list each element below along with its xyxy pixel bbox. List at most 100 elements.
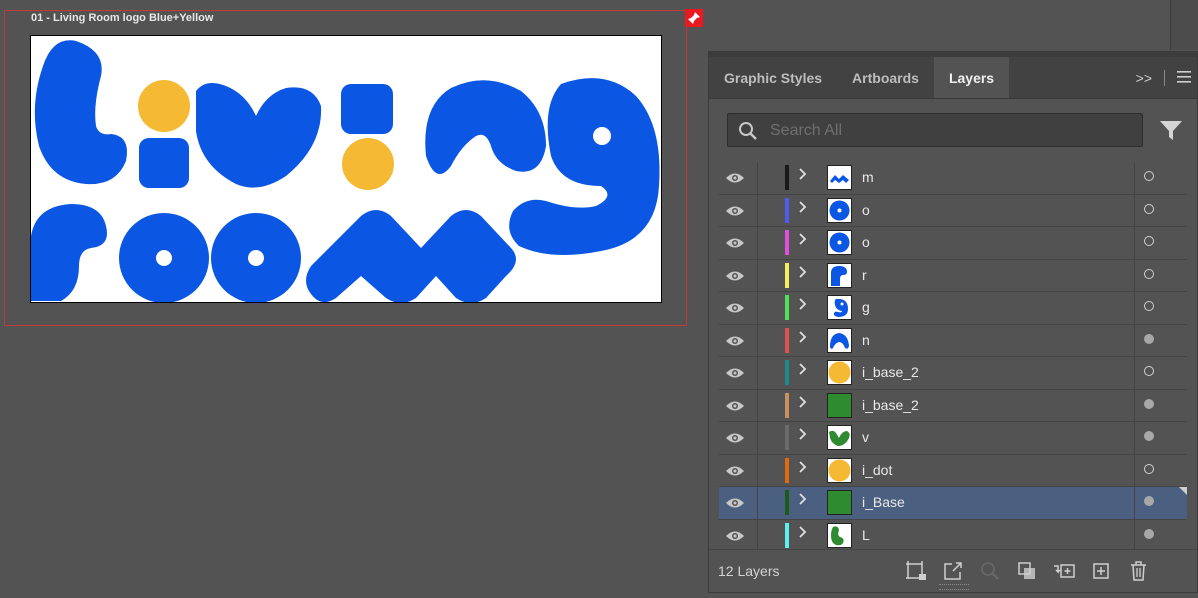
- lock-column[interactable]: [757, 324, 758, 356]
- column-divider: [1134, 194, 1135, 226]
- layer-name[interactable]: o: [862, 234, 870, 250]
- expand-chevron-icon[interactable]: [799, 298, 807, 313]
- layer-name[interactable]: n: [862, 332, 870, 348]
- column-divider: [1134, 357, 1135, 389]
- panel-resize-grip[interactable]: [939, 584, 969, 590]
- tab-artboards[interactable]: Artboards: [837, 57, 934, 98]
- layer-row[interactable]: o: [719, 194, 1187, 227]
- target-circle-icon[interactable]: [1144, 301, 1154, 311]
- lock-column[interactable]: [757, 487, 758, 519]
- expand-chevron-icon[interactable]: [799, 428, 807, 443]
- lock-column[interactable]: [757, 454, 758, 486]
- logo-letter-m: [306, 210, 516, 302]
- layer-row[interactable]: g: [719, 292, 1187, 325]
- layer-row[interactable]: i_dot: [719, 454, 1187, 487]
- lock-column[interactable]: [757, 422, 758, 454]
- lock-column[interactable]: [757, 194, 758, 226]
- layer-row[interactable]: L: [719, 519, 1187, 552]
- visibility-eye-icon[interactable]: [725, 399, 745, 417]
- column-divider: [1134, 292, 1135, 324]
- new-layer-icon[interactable]: [1090, 560, 1113, 582]
- tab-layers[interactable]: Layers: [933, 57, 1010, 98]
- visibility-eye-icon[interactable]: [725, 236, 745, 254]
- tab-graphic-styles[interactable]: Graphic Styles: [709, 57, 837, 98]
- target-circle-icon[interactable]: [1144, 268, 1154, 279]
- selection-indicator[interactable]: [1179, 487, 1187, 495]
- target-circle-icon[interactable]: [1144, 203, 1154, 214]
- expand-chevron-icon[interactable]: [799, 493, 807, 508]
- visibility-eye-icon[interactable]: [725, 464, 745, 482]
- target-circle-icon[interactable]: [1144, 398, 1154, 409]
- layer-name[interactable]: r: [862, 267, 867, 283]
- visibility-eye-icon[interactable]: [725, 171, 745, 189]
- lock-column[interactable]: [757, 357, 758, 389]
- panel-menu-icon[interactable]: [1177, 70, 1191, 86]
- target-circle-icon[interactable]: [1144, 496, 1154, 506]
- visibility-eye-icon[interactable]: [725, 529, 745, 547]
- lock-column[interactable]: [757, 389, 758, 421]
- layer-thumbnail: [827, 262, 852, 288]
- target-circle-icon[interactable]: [1144, 171, 1154, 181]
- target-circle-icon[interactable]: [1144, 366, 1154, 376]
- visibility-eye-icon[interactable]: [725, 301, 745, 319]
- lock-column[interactable]: [757, 519, 758, 551]
- lock-column[interactable]: [757, 292, 758, 324]
- locate-object-icon[interactable]: [979, 560, 1002, 582]
- visibility-eye-icon[interactable]: [725, 204, 745, 222]
- layer-name[interactable]: i_Base: [862, 494, 905, 510]
- layer-row[interactable]: i_base_2: [719, 357, 1187, 390]
- pin-icon[interactable]: [685, 9, 703, 27]
- expand-chevron-icon[interactable]: [799, 233, 807, 248]
- visibility-eye-icon[interactable]: [725, 269, 745, 287]
- target-circle-icon[interactable]: [1144, 236, 1154, 246]
- collect-export-icon[interactable]: [905, 560, 928, 582]
- search-input[interactable]: [768, 114, 1132, 148]
- trash-icon[interactable]: [1127, 560, 1150, 582]
- target-circle-icon[interactable]: [1144, 528, 1154, 539]
- lock-column[interactable]: [757, 259, 758, 291]
- layer-row[interactable]: m: [719, 162, 1187, 195]
- logo-artboard[interactable]: [30, 35, 662, 303]
- expand-chevron-icon[interactable]: [799, 168, 807, 183]
- panel-tabs: Graphic Styles Artboards Layers >>: [709, 57, 1197, 99]
- layer-row[interactable]: i_Base: [719, 487, 1187, 520]
- layer-row[interactable]: n: [719, 324, 1187, 357]
- clipping-mask-icon[interactable]: [1016, 560, 1039, 582]
- expand-chevron-icon[interactable]: [799, 395, 807, 411]
- expand-chevron-icon[interactable]: [799, 200, 807, 216]
- artboard-label[interactable]: 01 - Living Room logo Blue+Yellow: [31, 12, 213, 24]
- expand-chevron-icon[interactable]: [799, 363, 807, 378]
- layer-row[interactable]: v: [719, 422, 1187, 455]
- search-icon: [738, 121, 758, 146]
- expand-chevron-icon[interactable]: [799, 525, 807, 541]
- filter-icon[interactable]: [1159, 120, 1183, 147]
- expand-chevron-icon[interactable]: [799, 460, 807, 476]
- layer-name[interactable]: g: [862, 299, 870, 315]
- layer-row[interactable]: r: [719, 259, 1187, 292]
- layer-thumbnail: [827, 490, 852, 515]
- visibility-eye-icon[interactable]: [725, 431, 745, 449]
- target-circle-icon[interactable]: [1144, 333, 1154, 344]
- target-circle-icon[interactable]: [1144, 431, 1154, 441]
- layer-name[interactable]: v: [862, 429, 869, 445]
- new-sublayer-icon[interactable]: [1053, 560, 1076, 582]
- layer-name[interactable]: m: [862, 169, 874, 185]
- layer-row[interactable]: o: [719, 227, 1187, 260]
- visibility-eye-icon[interactable]: [725, 496, 745, 514]
- lock-column[interactable]: [757, 227, 758, 259]
- layer-name[interactable]: i_base_2: [862, 364, 919, 380]
- column-divider: [1134, 227, 1135, 259]
- export-icon[interactable]: [942, 560, 965, 582]
- visibility-eye-icon[interactable]: [725, 334, 745, 352]
- visibility-eye-icon[interactable]: [725, 366, 745, 384]
- target-circle-icon[interactable]: [1144, 463, 1154, 474]
- lock-column[interactable]: [757, 162, 758, 194]
- expand-chevron-icon[interactable]: [799, 265, 807, 281]
- layer-name[interactable]: i_base_2: [862, 397, 919, 413]
- layer-row[interactable]: i_base_2: [719, 389, 1187, 422]
- expand-chevron-icon[interactable]: [799, 330, 807, 346]
- overflow-tabs-button[interactable]: >>: [1136, 70, 1152, 86]
- layer-name[interactable]: L: [862, 527, 870, 543]
- layer-name[interactable]: i_dot: [862, 462, 892, 478]
- layer-name[interactable]: o: [862, 202, 870, 218]
